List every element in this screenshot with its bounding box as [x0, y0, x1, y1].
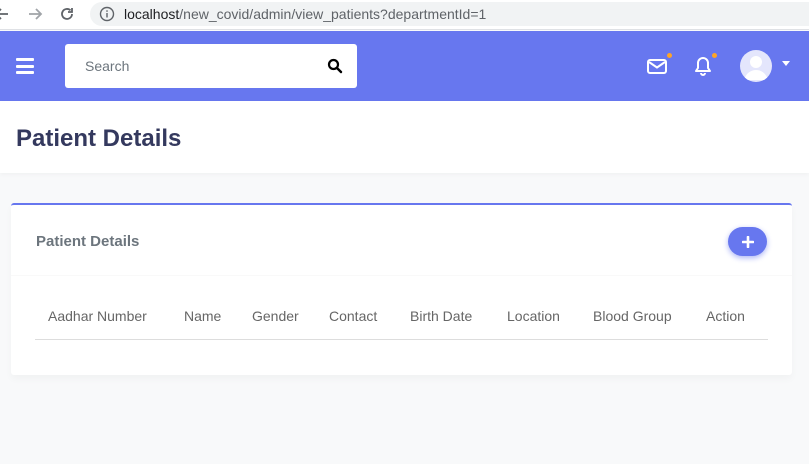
column-header-contact[interactable]: Contact [329, 308, 377, 324]
user-avatar-icon[interactable] [740, 50, 772, 82]
top-navbar [0, 31, 809, 101]
column-header-action[interactable]: Action [706, 308, 745, 324]
plus-icon [741, 235, 754, 248]
url-path: /new_covid/admin/view_patients?departmen… [179, 6, 487, 22]
patients-table: Aadhar Number Name Gender Contact Birth … [35, 297, 768, 340]
address-bar[interactable]: localhost/new_covid/admin/view_patients?… [90, 2, 809, 26]
message-indicator [667, 53, 672, 58]
site-info-icon[interactable] [99, 6, 115, 22]
column-header-gender[interactable]: Gender [252, 308, 299, 324]
card-header: Patient Details [11, 205, 792, 276]
forward-icon[interactable] [24, 3, 46, 25]
back-icon[interactable] [0, 3, 13, 25]
card-title: Patient Details [36, 233, 140, 250]
menu-icon[interactable] [16, 58, 34, 74]
column-header-blood-group[interactable]: Blood Group [593, 308, 672, 324]
url-host: localhost [124, 6, 180, 22]
column-header-birth-date[interactable]: Birth Date [410, 308, 472, 324]
column-header-name[interactable]: Name [184, 308, 221, 324]
envelope-icon[interactable] [646, 55, 668, 77]
url-text: localhost/new_covid/admin/view_patients?… [124, 6, 486, 22]
search-icon[interactable] [327, 58, 343, 74]
chevron-down-icon[interactable] [782, 61, 790, 66]
patients-card: Patient Details Aadhar Number Name Gende… [11, 203, 792, 375]
search-input[interactable] [65, 44, 315, 88]
column-header-aadhar-number[interactable]: Aadhar Number [48, 308, 147, 324]
add-patient-button[interactable] [728, 227, 767, 256]
page-title: Patient Details [16, 125, 182, 152]
column-header-location[interactable]: Location [507, 308, 560, 324]
search-form [65, 44, 357, 88]
notification-indicator [712, 53, 717, 58]
reload-icon[interactable] [56, 3, 78, 25]
bell-icon[interactable] [692, 55, 714, 77]
browser-toolbar: localhost/new_covid/admin/view_patients?… [0, 0, 809, 30]
section-header: Patient Details [0, 101, 809, 173]
